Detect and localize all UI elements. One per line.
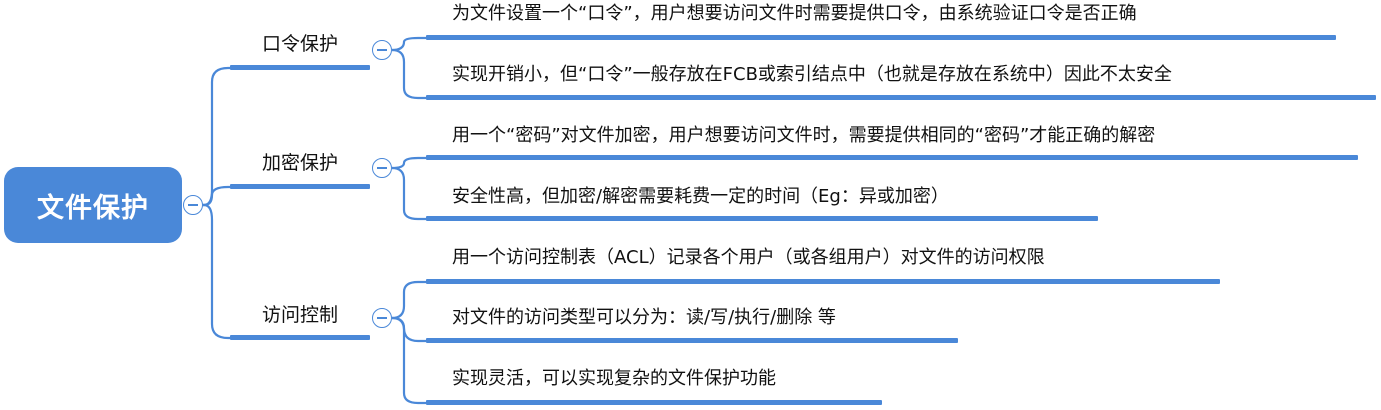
leaf-label-access-3[interactable]: 实现灵活，可以实现复杂的文件保护功能: [452, 367, 776, 391]
branch-underline-access-control: [230, 335, 370, 340]
connector-encryption-leaf-1: [391, 156, 426, 170]
branch-label-access-control[interactable]: 访问控制: [262, 303, 338, 327]
connector-root-to-password: [192, 66, 232, 207]
leaf-underline-password-2: [426, 95, 1376, 100]
leaf-underline-encryption-2: [426, 216, 1098, 221]
branch-underline-encryption-protection: [230, 184, 370, 189]
root-node-label: 文件保护: [37, 192, 149, 224]
root-node-file-protection[interactable]: 文件保护: [4, 167, 182, 243]
branch-label-encryption-protection[interactable]: 加密保护: [262, 151, 338, 175]
leaf-label-access-1[interactable]: 用一个访问控制表（ACL）记录各个用户（或各组用户）对文件的访问权限: [452, 246, 1045, 270]
connector-root-to-access: [192, 203, 232, 340]
collapse-icon[interactable]: [372, 308, 392, 328]
collapse-icon[interactable]: [183, 195, 203, 215]
connector-access-leaf-3: [391, 316, 426, 405]
connector-access-leaf-1: [391, 280, 426, 320]
leaf-underline-password-1: [426, 35, 1336, 40]
leaf-underline-encryption-1: [426, 155, 1358, 160]
connector-password-leaf-1: [391, 36, 426, 52]
branch-label-password-protection[interactable]: 口令保护: [262, 32, 338, 56]
connector-password-leaf-2: [391, 48, 426, 100]
leaf-label-encryption-1[interactable]: 用一个“密码”对文件加密，用户想要访问文件时，需要提供相同的“密码”才能正确的解…: [452, 124, 1155, 148]
collapse-icon[interactable]: [372, 158, 392, 178]
leaf-underline-access-3: [426, 400, 882, 405]
connector-access-leaf-2: [391, 316, 426, 343]
leaf-label-encryption-2[interactable]: 安全性高，但加密/解密需要耗费一定的时间（Eg：异或加密）: [452, 185, 949, 209]
collapse-icon[interactable]: [372, 40, 392, 60]
branch-underline-password-protection: [230, 65, 370, 70]
connector-encryption-leaf-2: [391, 166, 426, 221]
leaf-underline-access-1: [426, 279, 1220, 284]
leaf-label-password-1[interactable]: 为文件设置一个“口令”，用户想要访问文件时需要提供口令，由系统验证口令是否正确: [452, 2, 1137, 26]
leaf-underline-access-2: [426, 338, 958, 343]
leaf-label-access-2[interactable]: 对文件的访问类型可以分为：读/写/执行/删除 等: [452, 306, 836, 330]
leaf-label-password-2[interactable]: 实现开销小，但“口令”一般存放在FCB或索引结点中（也就是存放在系统中）因此不太…: [452, 63, 1172, 87]
